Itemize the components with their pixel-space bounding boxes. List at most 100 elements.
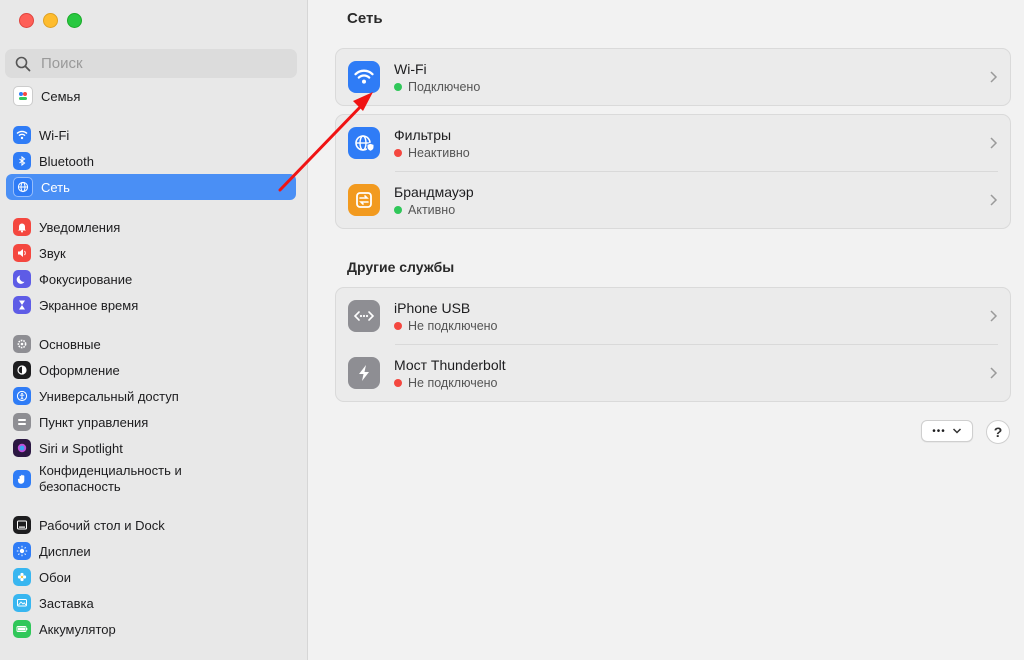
family-icon	[13, 86, 33, 106]
section-title-other-services: Другие службы	[347, 259, 455, 275]
security-card: Фильтры Неактивно Брандмауэр Активно	[335, 114, 1011, 229]
sidebar-item-family[interactable]: Семья	[6, 83, 296, 109]
status-dot	[394, 82, 402, 91]
more-icon: •••	[932, 425, 946, 437]
siri-icon	[13, 439, 31, 457]
chevron-right-icon	[990, 71, 998, 83]
sun-icon	[13, 542, 31, 560]
sidebar-item-label: Экранное время	[39, 297, 139, 313]
service-status-label: Активно	[408, 202, 456, 217]
sidebar-item-label: Рабочий стол и Dock	[39, 517, 165, 533]
sidebar-item-label: Пункт управления	[39, 414, 149, 430]
sidebar-item-accessibility[interactable]: Универсальный доступ	[6, 383, 296, 409]
close-button[interactable]	[19, 13, 34, 28]
other-services-card: iPhone USB Не подключено Мост Thunderbol…	[335, 287, 1011, 402]
service-name: Брандмауэр	[394, 183, 474, 200]
service-status: Не подключено	[394, 376, 506, 390]
sidebar-item-label: Основные	[39, 336, 101, 352]
services-card: Wi-Fi Подключено	[335, 48, 1011, 106]
globe-shield-icon	[348, 127, 380, 159]
help-button[interactable]: ?	[986, 420, 1010, 444]
sidebar: Семья Wi-Fi Bluetooth Сеть Уведомления З…	[0, 0, 308, 660]
sidebar-item-label: Siri и Spotlight	[39, 440, 123, 456]
sidebar-item-label: Bluetooth	[39, 153, 94, 169]
bell-icon	[13, 218, 31, 236]
service-name: Wi-Fi	[394, 60, 427, 77]
service-status: Неактивно	[394, 146, 470, 160]
sidebar-item-label: Дисплеи	[39, 543, 91, 559]
sidebar-item-focus[interactable]: Фокусирование	[6, 266, 296, 292]
chevron-right-icon	[990, 367, 998, 379]
page-title: Сеть	[347, 10, 383, 27]
minimize-button[interactable]	[43, 13, 58, 28]
sidebar-item-battery[interactable]: Аккумулятор	[6, 616, 296, 642]
bluetooth-icon	[13, 152, 31, 170]
wifi-icon	[348, 61, 380, 93]
sidebar-item-wifi[interactable]: Wi-Fi	[6, 122, 296, 148]
search-icon	[15, 56, 31, 71]
sidebar-item-label: Звук	[39, 245, 66, 261]
main-content: Сеть Wi-Fi Подключено Фильтры Неактивно	[309, 0, 1024, 660]
sidebar-item-appearance[interactable]: Оформление	[6, 357, 296, 383]
status-dot	[394, 148, 402, 157]
flower-icon	[13, 568, 31, 586]
sidebar-item-displays[interactable]: Дисплеи	[6, 538, 296, 564]
sidebar-item-network[interactable]: Сеть	[6, 174, 296, 200]
sidebar-item-label: Уведомления	[39, 219, 121, 235]
search-field[interactable]	[5, 49, 297, 78]
service-status: Не подключено	[394, 319, 498, 333]
service-status-label: Неактивно	[408, 145, 470, 160]
search-input[interactable]	[39, 54, 283, 73]
zoom-button[interactable]	[67, 13, 82, 28]
sidebar-item-general[interactable]: Основные	[6, 331, 296, 357]
globe-icon	[13, 177, 33, 197]
service-row-firewall[interactable]: Брандмауэр Активно	[336, 172, 1010, 228]
service-name: iPhone USB	[394, 299, 471, 316]
service-status: Активно	[394, 203, 474, 217]
sidebar-item-siri[interactable]: Siri и Spotlight	[6, 435, 296, 461]
window-controls	[19, 13, 82, 28]
thunderbolt-icon	[348, 357, 380, 389]
status-dot	[394, 378, 402, 387]
sidebar-item-wallpaper[interactable]: Обои	[6, 564, 296, 590]
sidebar-item-label: Оформление	[39, 362, 120, 378]
sidebar-item-label: Обои	[39, 569, 72, 585]
service-status-label: Не подключено	[408, 318, 498, 333]
sidebar-item-screensaver[interactable]: Заставка	[6, 590, 296, 616]
gear-icon	[13, 335, 31, 353]
moon-icon	[13, 270, 31, 288]
sidebar-item-notifications[interactable]: Уведомления	[6, 214, 296, 240]
accessibility-icon	[13, 387, 31, 405]
sidebar-item-privacy[interactable]: Конфиденциальность и безопасность	[6, 461, 296, 497]
service-name: Фильтры	[394, 126, 452, 143]
sidebar-item-label: Аккумулятор	[39, 621, 116, 637]
screensaver-icon	[13, 594, 31, 612]
appearance-icon	[13, 361, 31, 379]
chevron-down-icon	[952, 428, 961, 434]
sidebar-item-control-center[interactable]: Пункт управления	[6, 409, 296, 435]
control-center-icon	[13, 413, 31, 431]
sidebar-item-label: Семья	[41, 88, 81, 104]
status-dot	[394, 321, 402, 330]
sidebar-item-screen-time[interactable]: Экранное время	[6, 292, 296, 318]
status-dot	[394, 205, 402, 214]
service-row-wifi[interactable]: Wi-Fi Подключено	[336, 49, 1010, 105]
wifi-icon	[13, 126, 31, 144]
service-status: Подключено	[394, 80, 480, 94]
service-row-iphone-usb[interactable]: iPhone USB Не подключено	[336, 288, 1010, 344]
service-row-filters[interactable]: Фильтры Неактивно	[336, 115, 1010, 171]
sidebar-item-label: Сеть	[41, 179, 70, 195]
battery-icon	[13, 620, 31, 638]
chevron-right-icon	[990, 194, 998, 206]
sidebar-item-label: Универсальный доступ	[39, 388, 179, 404]
sidebar-item-label: Wi-Fi	[39, 127, 70, 143]
service-row-thunderbolt-bridge[interactable]: Мост Thunderbolt Не подключено	[336, 345, 1010, 401]
sidebar-item-label: Фокусирование	[39, 271, 133, 287]
sidebar-item-desktop-dock[interactable]: Рабочий стол и Dock	[6, 512, 296, 538]
usb-ethernet-icon	[348, 300, 380, 332]
sidebar-item-sound[interactable]: Звук	[6, 240, 296, 266]
service-status-label: Подключено	[408, 79, 481, 94]
sidebar-item-bluetooth[interactable]: Bluetooth	[6, 148, 296, 174]
service-name: Мост Thunderbolt	[394, 356, 506, 373]
more-actions-button[interactable]: •••	[921, 420, 973, 442]
